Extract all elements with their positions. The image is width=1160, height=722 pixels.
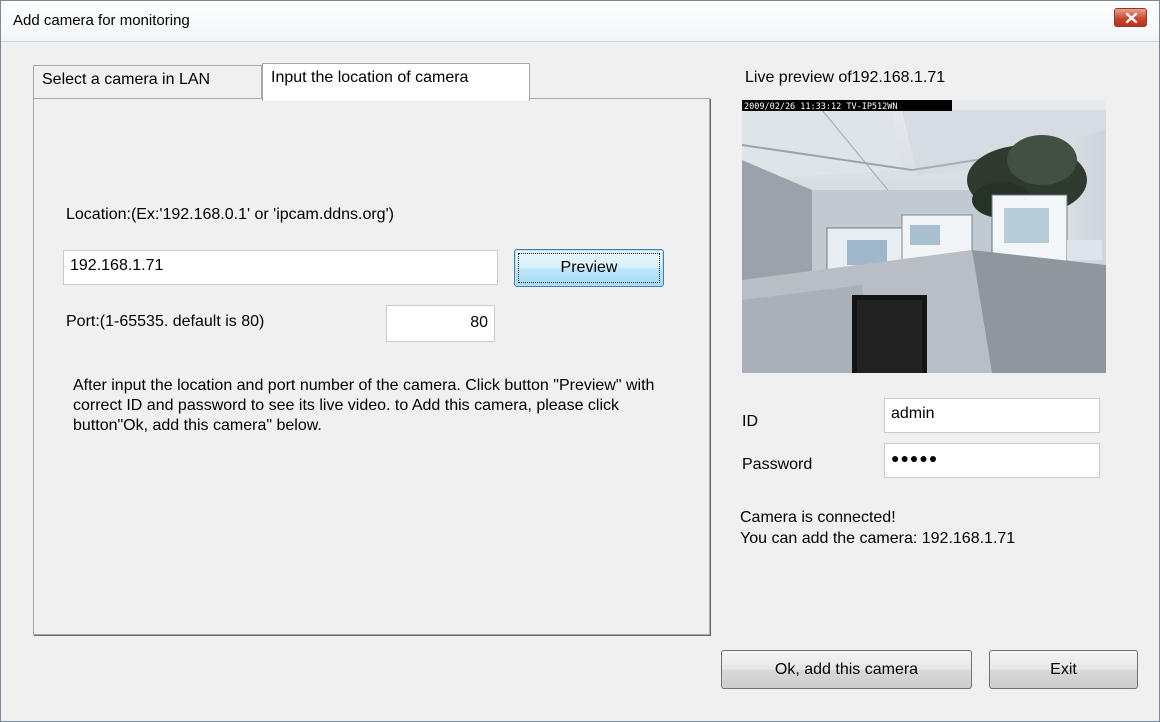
tab-input-location[interactable]: Input the location of camera [262,63,530,101]
tab-label: Input the location of camera [271,69,469,86]
port-input[interactable]: 80 [386,305,495,342]
exit-label: Exit [1050,661,1077,678]
ok-add-camera-button[interactable]: Ok, add this camera [721,650,972,689]
exit-button[interactable]: Exit [989,650,1138,689]
id-label: ID [742,413,758,430]
window-title: Add camera for monitoring [13,12,190,29]
live-preview-title: Live preview of192.168.1.71 [745,69,946,86]
camera-preview-image: 2009/02/26 11:33:12 TV-IP512WN [742,100,1106,373]
tab-select-camera-in-lan[interactable]: Select a camera in LAN [33,65,262,99]
location-input[interactable]: 192.168.1.71 [63,250,498,285]
preview-overlay-text: 2009/02/26 11:33:12 TV-IP512WN [744,102,898,112]
password-input[interactable]: ●●●●● [884,443,1100,478]
tab-panel [33,98,710,635]
ok-add-camera-label: Ok, add this camera [774,661,919,678]
status-connected: Camera is connected! [740,509,896,526]
password-label: Password [742,456,813,473]
preview-button[interactable]: Preview [514,249,664,287]
location-label: Location:(Ex:'192.168.0.1' or 'ipcam.ddn… [66,206,394,223]
id-input[interactable]: admin [884,398,1100,433]
close-button[interactable] [1114,8,1147,27]
tab-label: Select a camera in LAN [42,71,211,88]
close-icon [1125,12,1138,24]
help-text: After input the location and port number… [73,377,655,434]
port-label: Port:(1-65535. default is 80) [66,313,265,330]
preview-button-label: Preview [560,259,618,276]
status-can-add: You can add the camera: 192.168.1.71 [740,530,1016,547]
title-bar: Add camera for monitoring [1,1,1159,42]
